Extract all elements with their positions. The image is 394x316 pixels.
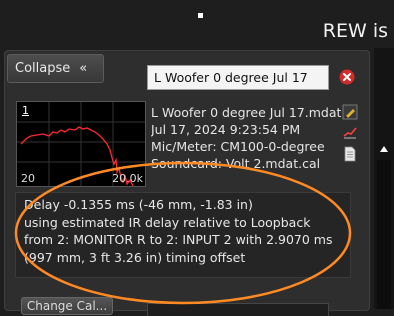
measurement-thumbnail-graph[interactable]: 1 20 20.0k bbox=[16, 101, 146, 187]
delay-line-1: Delay -0.1355 ms (-46 mm, -1.83 in) bbox=[24, 197, 253, 212]
measurement-name-text: L Woofer 0 degree Jul 17 bbox=[154, 70, 308, 85]
info-filename: L Woofer 0 degree Jul 17.mdat bbox=[151, 105, 341, 120]
measurement-info: L Woofer 0 degree Jul 17.mdat Jul 17, 20… bbox=[151, 104, 341, 172]
window-top-marker bbox=[198, 13, 203, 18]
info-date: Jul 17, 2024 9:23:54 PM bbox=[151, 122, 301, 137]
collapse-button[interactable]: Collapse « bbox=[7, 54, 104, 83]
collapse-label: Collapse bbox=[15, 61, 71, 76]
close-icon[interactable] bbox=[339, 69, 355, 85]
document-icon[interactable] bbox=[342, 146, 358, 162]
delay-line-4: (997 mm, 3 ft 3.26 in) timing offset bbox=[24, 249, 246, 265]
freq-low-label: 20 bbox=[21, 172, 35, 185]
info-soundcard: Soundcard: Volt 2.mdat.cal bbox=[151, 156, 321, 171]
delay-info-box: Delay -0.1355 ms (-46 mm, -1.83 in) usin… bbox=[15, 192, 351, 278]
app-title: REW is bbox=[322, 20, 388, 42]
info-mic: Mic/Meter: CM100-0-degree bbox=[151, 139, 325, 154]
measurement-actions bbox=[342, 104, 358, 167]
change-cal-button[interactable]: Change Cal... bbox=[21, 297, 113, 315]
double-chevron-left-icon: « bbox=[79, 61, 87, 76]
measurement-panel: Collapse « L Woofer 0 degree Jul 17 1 20… bbox=[4, 50, 370, 316]
measurement-name-field[interactable]: L Woofer 0 degree Jul 17 bbox=[147, 65, 329, 90]
scroll-up-arrow-icon[interactable] bbox=[380, 146, 388, 152]
delay-line-3: from 2: MONITOR R to 2: INPUT 2 with 2.9… bbox=[24, 232, 333, 247]
vertical-scrollbar[interactable] bbox=[377, 160, 391, 309]
freq-high-label: 20.0k bbox=[112, 172, 143, 185]
delay-line-2: using estimated IR delay relative to Loo… bbox=[24, 214, 311, 230]
graph-index: 1 bbox=[22, 104, 29, 117]
pencil-edit-icon[interactable] bbox=[342, 104, 358, 120]
lower-field bbox=[147, 303, 329, 316]
line-graph-icon[interactable] bbox=[342, 125, 358, 141]
